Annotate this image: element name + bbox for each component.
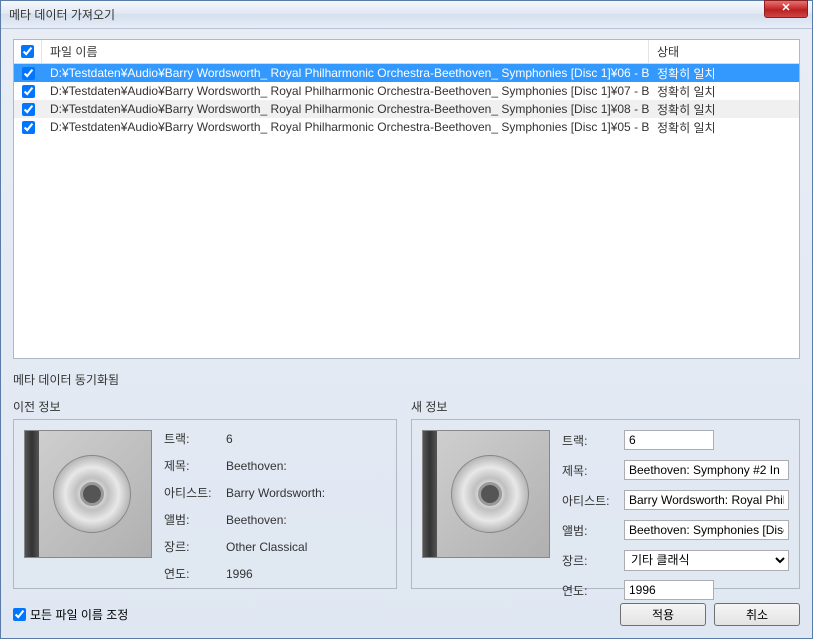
year-label: 연도: [562, 582, 624, 599]
apply-button[interactable]: 적용 [620, 603, 706, 626]
table-row[interactable]: D:¥Testdaten¥Audio¥Barry Wordsworth_ Roy… [14, 82, 799, 100]
adjust-all-filenames-checkbox[interactable] [13, 608, 26, 621]
album-art-icon [422, 430, 550, 558]
new-title-input[interactable] [624, 460, 789, 480]
footer-bar: 모든 파일 이름 조정 적용 취소 [13, 597, 800, 626]
prev-artist-value: Barry Wordsworth: [226, 486, 325, 500]
previous-info-title: 이전 정보 [13, 398, 397, 419]
genre-label: 장르: [562, 552, 624, 569]
prev-track-value: 6 [226, 432, 233, 446]
cd-disc-icon [451, 455, 529, 533]
header-status[interactable]: 상태 [649, 40, 799, 63]
dialog-window: 메타 데이터 가져오기 ✕ 파일 이름 상태 D:¥Testdaten¥Audi… [0, 0, 813, 639]
list-body: D:¥Testdaten¥Audio¥Barry Wordsworth_ Roy… [14, 64, 799, 358]
new-info-title: 새 정보 [411, 398, 800, 419]
new-info-body: 트랙: 제목: 아티스트: 앨범: [411, 419, 800, 589]
row-status: 정확히 일치 [649, 118, 799, 136]
sync-status-label: 메타 데이터 동기화됨 [13, 367, 800, 390]
new-genre-select[interactable]: 기타 클래식 [624, 550, 789, 571]
artist-label: 아티스트: [562, 492, 624, 509]
content-area: 파일 이름 상태 D:¥Testdaten¥Audio¥Barry Wordsw… [1, 29, 812, 638]
row-checkbox[interactable] [22, 67, 35, 80]
row-status: 정확히 일치 [649, 100, 799, 118]
row-filename: D:¥Testdaten¥Audio¥Barry Wordsworth_ Roy… [42, 118, 649, 136]
row-checkbox[interactable] [22, 103, 35, 116]
row-checkbox[interactable] [22, 121, 35, 134]
prev-year-value: 1996 [226, 567, 253, 581]
new-artist-input[interactable] [624, 490, 789, 510]
new-info-panel: 새 정보 트랙: 제목: [411, 398, 800, 589]
year-label: 연도: [164, 565, 226, 582]
new-meta-fields: 트랙: 제목: 아티스트: 앨범: [562, 430, 789, 578]
prev-title-value: Beethoven: [226, 459, 287, 473]
cd-disc-icon [53, 455, 131, 533]
album-label: 앨범: [164, 511, 226, 528]
close-button[interactable]: ✕ [764, 0, 808, 18]
row-filename: D:¥Testdaten¥Audio¥Barry Wordsworth_ Roy… [42, 82, 649, 100]
table-row[interactable]: D:¥Testdaten¥Audio¥Barry Wordsworth_ Roy… [14, 100, 799, 118]
adjust-all-filenames-label[interactable]: 모든 파일 이름 조정 [13, 606, 612, 623]
genre-label: 장르: [164, 538, 226, 555]
list-header: 파일 이름 상태 [14, 40, 799, 64]
info-panels: 이전 정보 트랙: 6 제목: Beethoven: [13, 398, 800, 589]
album-art-icon [24, 430, 152, 558]
prev-genre-value: Other Classical [226, 540, 307, 554]
track-label: 트랙: [164, 430, 226, 447]
row-status: 정확히 일치 [649, 64, 799, 82]
previous-info-panel: 이전 정보 트랙: 6 제목: Beethoven: [13, 398, 397, 589]
table-row[interactable]: D:¥Testdaten¥Audio¥Barry Wordsworth_ Roy… [14, 64, 799, 82]
new-track-input[interactable] [624, 430, 714, 450]
cancel-button[interactable]: 취소 [714, 603, 800, 626]
row-status: 정확히 일치 [649, 82, 799, 100]
select-all-checkbox[interactable] [21, 45, 34, 58]
header-check-col [14, 40, 42, 63]
row-filename: D:¥Testdaten¥Audio¥Barry Wordsworth_ Roy… [42, 64, 649, 82]
artist-label: 아티스트: [164, 484, 226, 501]
window-title: 메타 데이터 가져오기 [9, 6, 808, 23]
row-filename: D:¥Testdaten¥Audio¥Barry Wordsworth_ Roy… [42, 100, 649, 118]
new-album-input[interactable] [624, 520, 789, 540]
album-label: 앨범: [562, 522, 624, 539]
file-list: 파일 이름 상태 D:¥Testdaten¥Audio¥Barry Wordsw… [13, 39, 800, 359]
title-label: 제목: [562, 462, 624, 479]
track-label: 트랙: [562, 432, 624, 449]
prev-album-value: Beethoven: [226, 513, 287, 527]
row-checkbox[interactable] [22, 85, 35, 98]
header-filename[interactable]: 파일 이름 [42, 40, 649, 63]
titlebar: 메타 데이터 가져오기 ✕ [1, 1, 812, 29]
adjust-all-filenames-text: 모든 파일 이름 조정 [30, 606, 128, 623]
table-row[interactable]: D:¥Testdaten¥Audio¥Barry Wordsworth_ Roy… [14, 118, 799, 136]
previous-meta-fields: 트랙: 6 제목: Beethoven: 아티스트: Barry Wordswo… [164, 430, 386, 578]
title-label: 제목: [164, 457, 226, 474]
previous-info-body: 트랙: 6 제목: Beethoven: 아티스트: Barry Wordswo… [13, 419, 397, 589]
